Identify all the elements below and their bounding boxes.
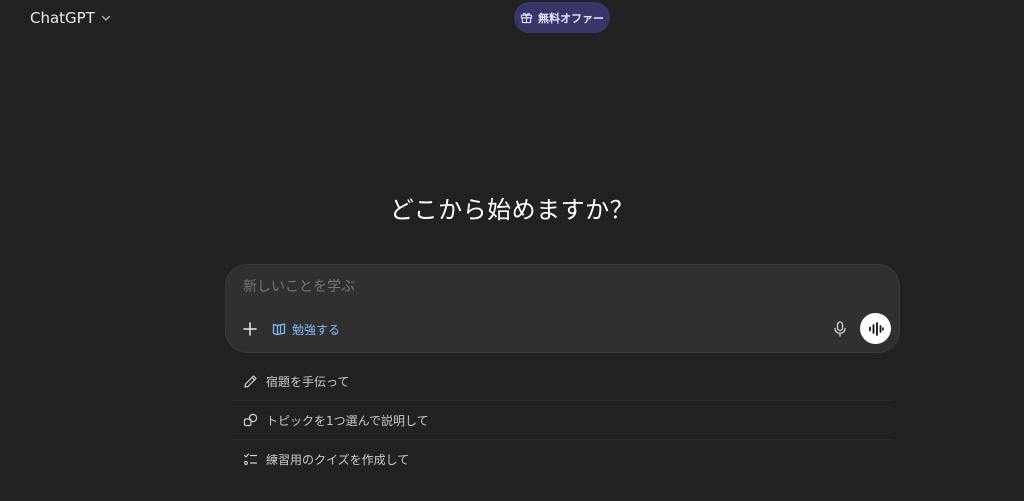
- free-offer-button[interactable]: 無料オファー: [514, 2, 610, 33]
- suggestion-label: トピックを1つ選んで説明して: [266, 413, 429, 428]
- suggestion-label: 練習用のクイズを作成して: [266, 453, 410, 467]
- suggestion-label: 宿題を手伝って: [266, 374, 350, 389]
- chat-page: ChatGPT 無料オファー どこから始めますか？ 新しいことを学ぶ 勉強する …: [0, 0, 1024, 501]
- suggestion-quiz[interactable]: 練習用のクイズを作成して: [232, 440, 891, 479]
- chevron-down-icon: [101, 15, 111, 21]
- model-switcher-button[interactable]: ChatGPT: [22, 6, 119, 30]
- plus-icon: [243, 322, 257, 336]
- suggestion-homework[interactable]: 宿題を手伝って: [232, 362, 891, 401]
- page-headline: どこから始めますか？: [389, 196, 635, 224]
- book-icon: [272, 323, 286, 336]
- model-label: ChatGPT: [30, 9, 95, 27]
- prompt-composer: 勉強する: [225, 264, 900, 353]
- shapes-icon: [243, 413, 258, 426]
- prompt-input[interactable]: [243, 279, 803, 295]
- study-mode-label: 勉強する: [292, 322, 341, 337]
- suggestion-list: 宿題を手伝って トピックを1つ選んで説明して 練習用のクイズを作成して: [232, 362, 891, 479]
- voice-mode-button[interactable]: [860, 313, 891, 344]
- add-attachment-button[interactable]: [238, 317, 262, 341]
- pencil-icon: [244, 374, 257, 388]
- dictate-button[interactable]: [829, 318, 851, 340]
- gift-icon: [520, 12, 533, 24]
- study-mode-button[interactable]: 勉強する: [272, 317, 340, 341]
- microphone-icon: [834, 321, 846, 337]
- checklist-icon: [243, 453, 258, 465]
- waveform-icon: [868, 321, 884, 336]
- suggestion-explain-topic[interactable]: トピックを1つ選んで説明して: [232, 401, 891, 440]
- free-offer-label: 無料オファー: [538, 11, 604, 25]
